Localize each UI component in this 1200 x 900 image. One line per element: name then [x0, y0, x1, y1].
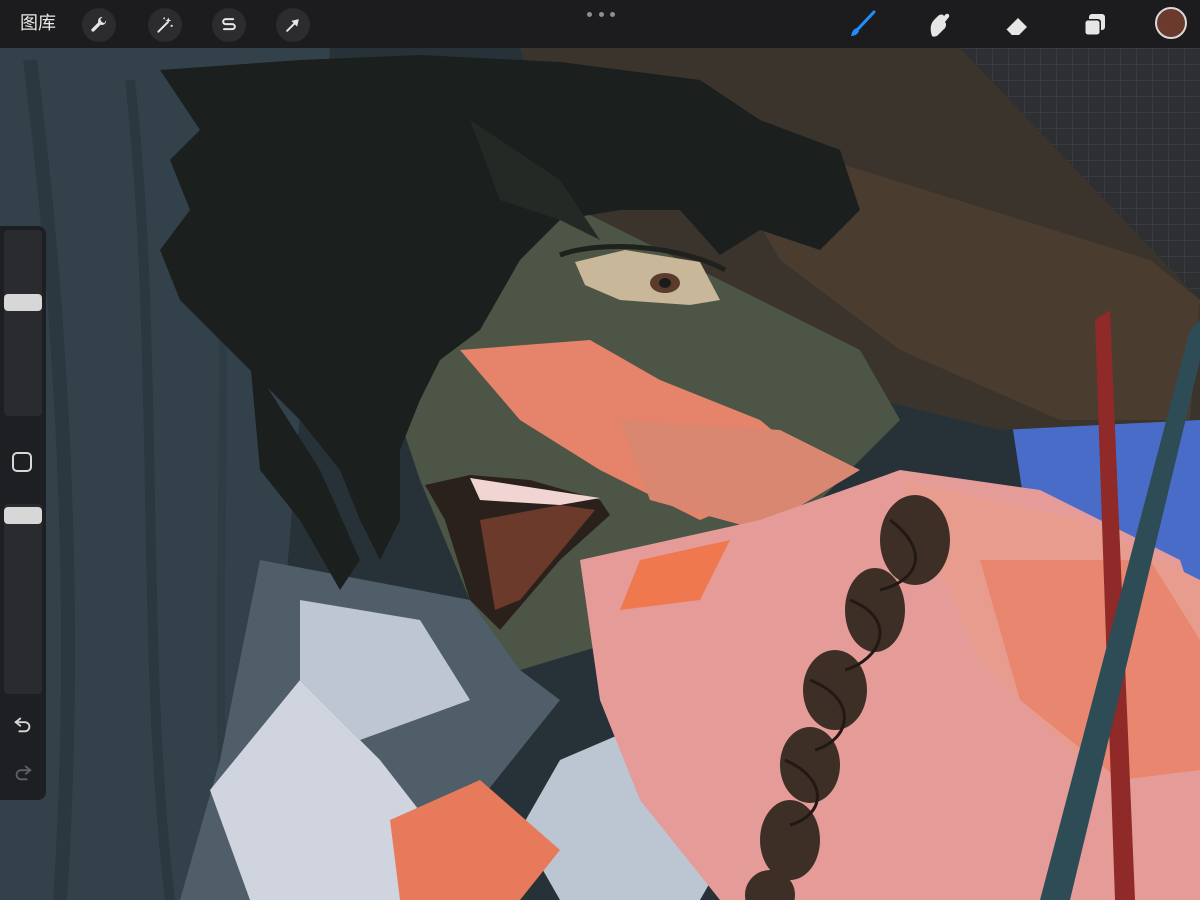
- arrow-cursor-icon: [286, 19, 299, 32]
- wrench-icon: [91, 16, 107, 32]
- adjustments-button[interactable]: [148, 8, 182, 42]
- redo-icon: [15, 765, 32, 781]
- modify-button[interactable]: [12, 452, 32, 472]
- more-options-button[interactable]: [587, 10, 615, 18]
- magic-wand-icon: [157, 17, 173, 33]
- dot-icon: [587, 11, 592, 17]
- selection-icon: [222, 18, 236, 31]
- transform-button[interactable]: [276, 8, 310, 42]
- opacity-slider[interactable]: [4, 504, 42, 694]
- redo-button[interactable]: [11, 760, 35, 784]
- drawing-canvas[interactable]: [0, 48, 1200, 900]
- smudge-tool-button[interactable]: [922, 8, 956, 42]
- smudge-icon: [930, 13, 950, 37]
- brush-size-slider-thumb[interactable]: [4, 294, 42, 312]
- undo-icon: [14, 717, 31, 733]
- eraser-icon: [1005, 18, 1027, 36]
- actions-button[interactable]: [82, 8, 116, 42]
- artwork: [0, 48, 1200, 900]
- selection-button[interactable]: [212, 8, 246, 42]
- brush-icon: [851, 10, 876, 36]
- current-color-swatch[interactable]: [1155, 7, 1187, 39]
- layers-icon: [1084, 14, 1105, 36]
- left-sidebar: [0, 226, 46, 800]
- dot-icon: [610, 11, 615, 17]
- layers-button[interactable]: [1078, 8, 1112, 42]
- brush-size-slider[interactable]: [4, 230, 42, 416]
- top-toolbar: 图库: [0, 0, 1200, 48]
- dot-icon: [598, 11, 604, 17]
- erase-tool-button[interactable]: [1000, 8, 1034, 42]
- paint-tool-button[interactable]: [845, 8, 879, 42]
- gallery-button[interactable]: 图库: [20, 12, 56, 36]
- opacity-slider-thumb[interactable]: [4, 507, 42, 525]
- undo-button[interactable]: [11, 712, 35, 736]
